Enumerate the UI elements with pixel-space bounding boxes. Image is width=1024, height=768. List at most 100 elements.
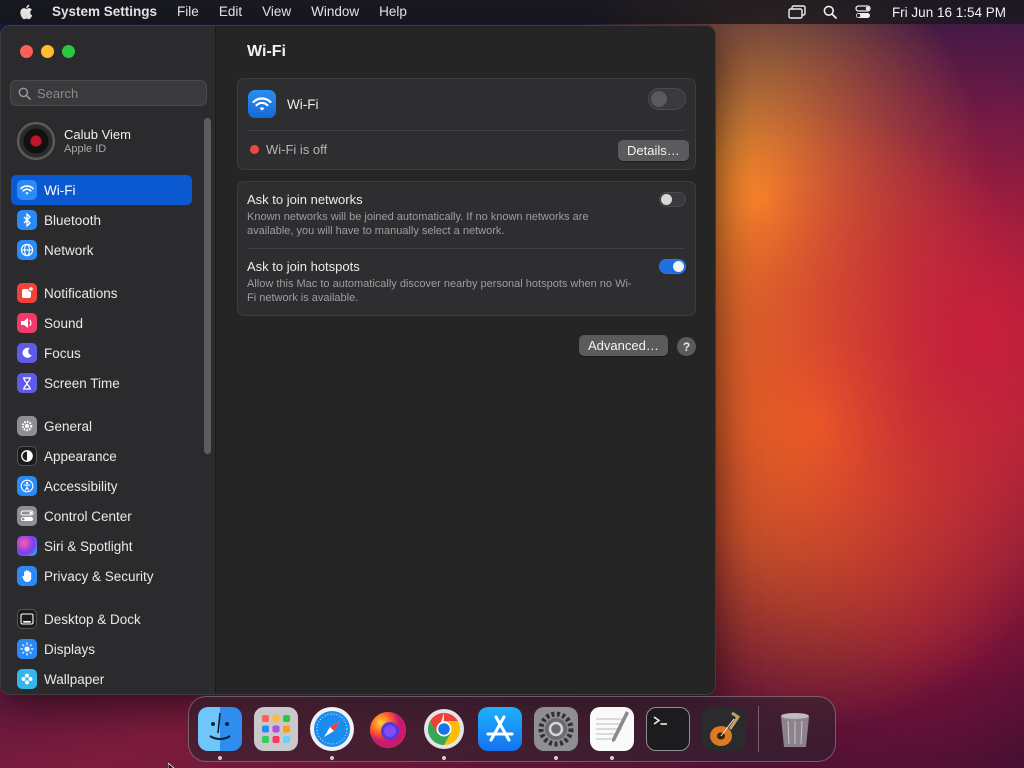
sidebar-item-label: Screen Time — [44, 375, 120, 391]
screen-mirroring-icon[interactable] — [781, 0, 814, 24]
hourglass-icon — [17, 373, 37, 393]
sidebar-item-label: Focus — [44, 345, 81, 361]
sidebar-search[interactable] — [10, 80, 207, 106]
wifi-icon — [17, 180, 37, 200]
speaker-icon — [17, 313, 37, 333]
sidebar-item-label: Sound — [44, 315, 84, 331]
sidebar-item-bluetooth[interactable]: Bluetooth — [11, 205, 192, 235]
zoom-window-button[interactable] — [62, 45, 75, 58]
gear-icon — [17, 416, 37, 436]
sidebar-item-appearance[interactable]: Appearance — [11, 441, 192, 471]
ask-join-networks-toggle[interactable] — [659, 192, 686, 207]
wifi-status-text: Wi-Fi is off — [266, 142, 328, 157]
search-icon — [18, 87, 31, 100]
menubar-clock[interactable]: Fri Jun 16 1:54 PM — [880, 5, 1024, 20]
sidebar-item-accessibility[interactable]: Accessibility — [11, 471, 192, 501]
sidebar-item-label: Notifications — [44, 285, 118, 301]
sidebar-item-notifications[interactable]: Notifications — [11, 278, 192, 308]
sidebar-item-label: Network — [44, 242, 94, 258]
app-store-icon[interactable] — [478, 707, 522, 751]
apple-id-account[interactable]: Calub Viem Apple ID — [17, 122, 131, 160]
finder-icon[interactable] — [198, 707, 242, 760]
content-pane: Wi-Fi Wi-Fi Wi-Fi is off Details… Ask to… — [217, 26, 715, 694]
dock — [188, 696, 836, 762]
bell-icon — [17, 283, 37, 303]
textedit-icon[interactable] — [590, 707, 634, 760]
spotlight-search-icon[interactable] — [814, 0, 847, 24]
menu-app-name[interactable]: System Settings — [52, 0, 167, 24]
garageband-icon[interactable] — [702, 707, 746, 751]
ask-join-networks-title: Ask to join networks — [247, 192, 363, 207]
wifi-label: Wi-Fi — [287, 97, 319, 112]
sidebar-item-label: Appearance — [44, 448, 117, 464]
mouse-cursor — [167, 760, 178, 768]
advanced-button[interactable]: Advanced… — [579, 335, 668, 356]
menu-bar: System Settings File Edit View Window He… — [0, 0, 1024, 24]
sidebar-item-siri-spotlight[interactable]: Siri & Spotlight — [11, 531, 192, 561]
sidebar-item-focus[interactable]: Focus — [11, 338, 192, 368]
launchpad-icon[interactable] — [254, 707, 298, 751]
accessibility-icon — [17, 476, 37, 496]
sidebar-item-label: Siri & Spotlight — [44, 538, 133, 554]
sidebar-item-general[interactable]: General — [11, 411, 192, 441]
sidebar-item-screen-time[interactable]: Screen Time — [11, 368, 192, 398]
sidebar-item-desktop-dock[interactable]: Desktop & Dock — [11, 604, 192, 634]
help-button[interactable]: ? — [677, 337, 696, 356]
chrome-icon[interactable] — [422, 707, 466, 760]
wifi-icon — [248, 90, 276, 118]
search-input[interactable] — [37, 85, 197, 101]
menu-edit[interactable]: Edit — [209, 0, 252, 24]
control-center-icon — [17, 506, 37, 526]
status-dot — [250, 145, 259, 154]
sidebar-item-label: Desktop & Dock — [44, 611, 141, 627]
sidebar-item-control-center[interactable]: Control Center — [11, 501, 192, 531]
apple-menu-icon[interactable] — [0, 4, 52, 20]
sidebar-item-label: General — [44, 418, 93, 434]
ask-join-hotspots-description: Allow this Mac to automatically discover… — [247, 278, 632, 304]
sidebar-item-sound[interactable]: Sound — [11, 308, 192, 338]
account-subtitle: Apple ID — [64, 143, 107, 155]
trash-icon[interactable] — [773, 707, 817, 751]
sidebar-scrollbar[interactable] — [204, 118, 211, 454]
siri-icon — [17, 536, 37, 556]
minimize-window-button[interactable] — [41, 45, 54, 58]
control-center-menubar-icon[interactable] — [847, 0, 880, 24]
appearance-icon — [17, 446, 37, 466]
globe-icon — [17, 240, 37, 260]
safari-icon[interactable] — [310, 707, 354, 760]
sidebar-item-label: Privacy & Security — [44, 568, 154, 584]
menu-help[interactable]: Help — [369, 0, 417, 24]
dock-icon — [17, 609, 37, 629]
details-button[interactable]: Details… — [618, 140, 689, 161]
system-settings-icon[interactable] — [534, 707, 578, 760]
sidebar-item-wallpaper[interactable]: Wallpaper — [11, 664, 192, 694]
sidebar-item-wifi[interactable]: Wi-Fi — [11, 175, 192, 205]
sidebar-item-label: Bluetooth — [44, 212, 102, 228]
menu-view[interactable]: View — [252, 0, 301, 24]
menu-window[interactable]: Window — [301, 0, 369, 24]
join-options-card: Ask to join networks Known networks will… — [237, 181, 696, 316]
sidebar-item-network[interactable]: Network — [11, 235, 192, 265]
sidebar-item-displays[interactable]: Displays — [11, 634, 192, 664]
sidebar-item-privacy-security[interactable]: Privacy & Security — [11, 561, 192, 591]
terminal-icon[interactable] — [646, 707, 690, 751]
account-name: Calub Viem — [64, 127, 131, 142]
dock-separator — [758, 706, 759, 752]
hand-icon — [17, 566, 37, 586]
close-window-button[interactable] — [20, 45, 33, 58]
page-title: Wi-Fi — [247, 43, 286, 60]
ask-join-hotspots-toggle[interactable] — [659, 259, 686, 274]
menu-file[interactable]: File — [167, 0, 209, 24]
sidebar-list: Wi-Fi Bluetooth Network Notifications So… — [11, 175, 192, 694]
wallpaper-icon — [17, 669, 37, 689]
sidebar: Calub Viem Apple ID Wi-Fi Bluetooth — [1, 26, 216, 694]
firefox-icon[interactable] — [366, 707, 410, 751]
bluetooth-icon — [17, 210, 37, 230]
system-settings-window: Calub Viem Apple ID Wi-Fi Bluetooth — [0, 25, 716, 695]
wifi-toggle[interactable] — [648, 88, 686, 110]
window-controls — [20, 45, 75, 58]
ask-join-networks-description: Known networks will be joined automatica… — [247, 211, 589, 237]
sidebar-item-label: Wi-Fi — [44, 182, 76, 198]
sidebar-item-label: Accessibility — [44, 478, 118, 494]
sun-icon — [17, 639, 37, 659]
